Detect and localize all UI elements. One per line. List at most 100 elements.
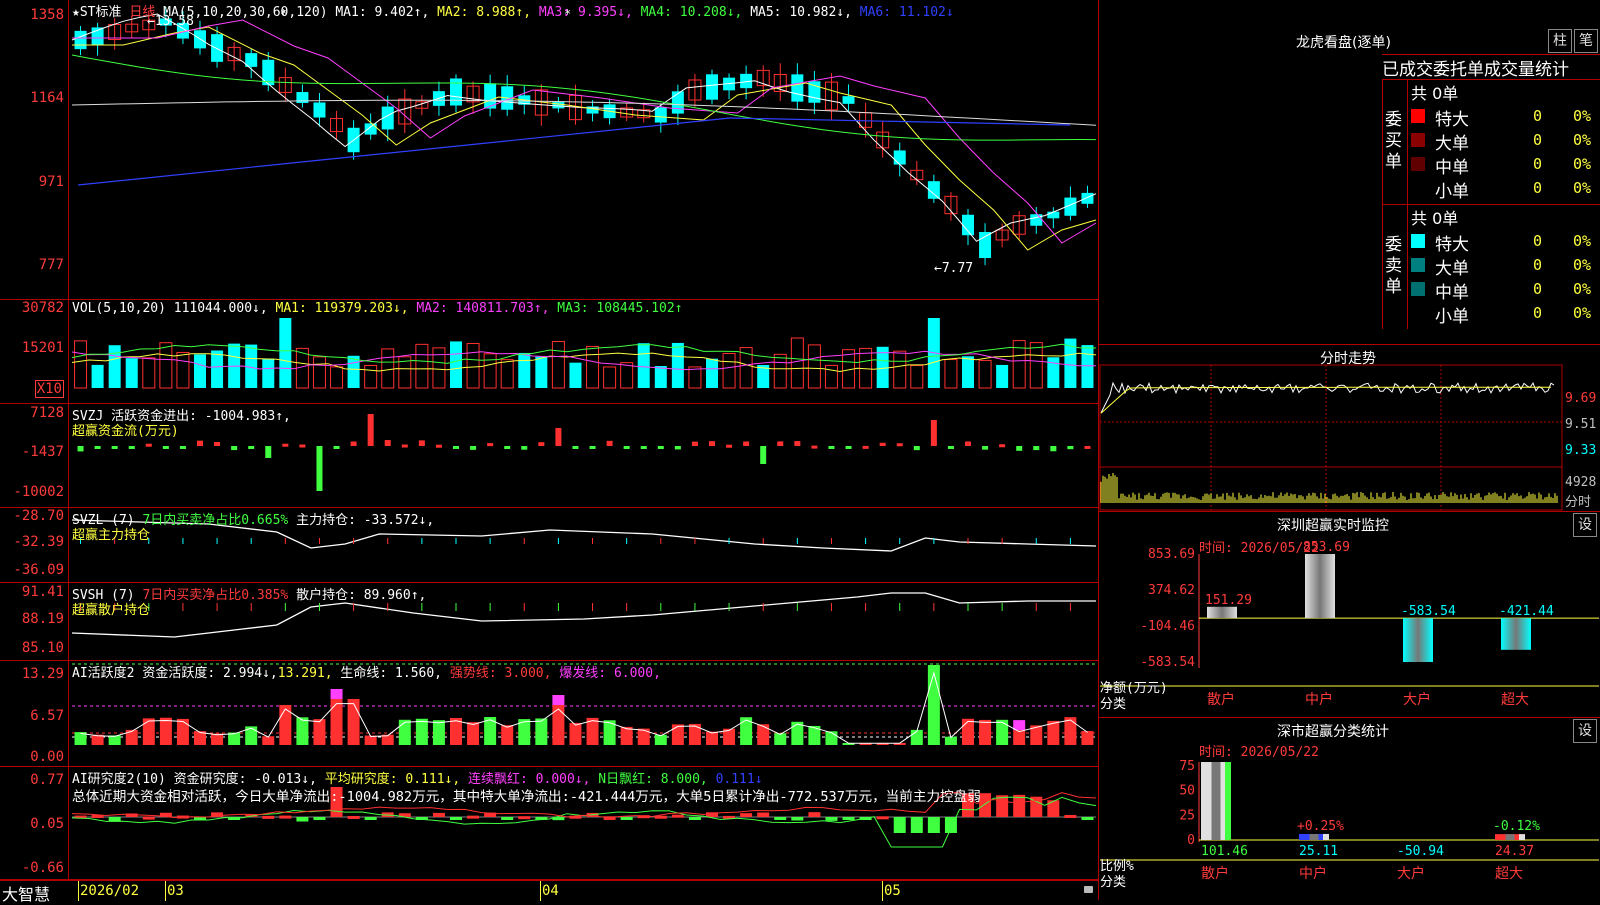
flow-bar (538, 442, 545, 446)
ai1-lifeline: 生命线: 1.560, (340, 666, 443, 681)
pen-mode-button[interactable]: 笔 (1574, 29, 1598, 53)
volume-bar (893, 350, 907, 389)
buy-row-percent: 0% (1573, 131, 1592, 149)
candle-down (842, 96, 855, 104)
volume-bar (620, 362, 634, 389)
y-tick-label: 374.62 (1148, 583, 1195, 598)
activity-bar (296, 717, 309, 745)
intraday-chart[interactable] (1099, 345, 1600, 511)
volume-bar (432, 347, 446, 389)
category-label: 散户 (1201, 865, 1229, 882)
intraday-panel[interactable]: 分时走势 9.69 9.51 9.33 4928 分时 (1099, 345, 1600, 512)
activity-bar (671, 724, 684, 745)
volume-bar (535, 356, 548, 388)
ai1-burst-line: 爆发线: 6.000, (559, 666, 661, 681)
activity-bar (910, 729, 923, 745)
activity-bar (1013, 730, 1026, 745)
candlestick-chart[interactable]: * * (0, 0, 1098, 299)
volume-bar (807, 344, 821, 389)
buy-row-count: 0 (1533, 107, 1543, 125)
volume-bar (176, 351, 190, 389)
separator (1407, 205, 1408, 329)
tab-filled[interactable]: 已成交 (1382, 60, 1433, 79)
activity-bar (398, 719, 411, 745)
svzl-holding: 主力持仓: -33.572↓, (296, 513, 435, 528)
activity-bar (637, 728, 650, 745)
activity-bar (757, 724, 770, 745)
flow-bar (726, 444, 733, 448)
flow-bar (760, 446, 767, 464)
category-label: 超大 (1501, 692, 1529, 708)
svzl-pane[interactable]: -28.70 -32.39 -36.09 SVZL (7) 7日内买卖净占比0.… (0, 508, 1098, 583)
volume-bar (159, 342, 173, 389)
sz-monitor-bar-chart[interactable]: 853.69 374.62 -104.46 -583.54 151.29 散户 853.69… (1099, 512, 1600, 717)
flow-bar (862, 445, 869, 449)
bar-mode-button[interactable]: 柱 (1548, 29, 1572, 53)
y-tick-label: 853.69 (1148, 547, 1195, 562)
research-bar (313, 817, 326, 820)
category-label: 大户 (1403, 691, 1431, 708)
volume-bar (586, 345, 600, 389)
flow-bar (828, 446, 835, 449)
category-label: 散户 (1207, 691, 1235, 708)
research-bar (142, 816, 155, 820)
y-tick-label: 25 (1179, 808, 1195, 823)
sz-monitor-panel: 深圳超赢实时监控 设 时间: 2026/05/22 853.69 374.62 -1… (1099, 512, 1600, 718)
category-label: 中户 (1299, 865, 1327, 882)
candle-down (654, 107, 667, 123)
flow-bar (77, 446, 84, 452)
flow-bar (145, 443, 152, 447)
flow-bar (947, 446, 954, 449)
volume-pane[interactable]: 30782 15201 X10 VOL(5,10,20) 111044.000↓… (0, 300, 1098, 404)
lhb-title: 龙虎看盘(逐单) (1296, 35, 1391, 51)
y-tick-label: 75 (1179, 759, 1195, 774)
bar-value-label: 853.69 (1303, 540, 1350, 555)
research-bar (518, 816, 531, 820)
bar-value-label: -583.54 (1401, 604, 1456, 619)
research-bar (757, 812, 770, 817)
research-bar (893, 817, 906, 833)
sell-row-label: 中单 (1435, 283, 1469, 303)
flow-bar (333, 446, 340, 449)
tab-volume-stats[interactable]: 成交量统计 (1484, 60, 1569, 79)
research-bar (501, 817, 514, 820)
date-tick: 04 (542, 883, 559, 899)
volume-bar (790, 337, 804, 389)
flow-bar (709, 441, 715, 446)
activity-bar (979, 719, 992, 745)
activity-cap (1013, 720, 1026, 731)
activity-bar (279, 705, 292, 745)
intraday-vol-tick: 4928 (1565, 475, 1597, 490)
svzj-subtitle: 超赢资金流(万元) (72, 424, 179, 439)
tab-orders[interactable]: 委托单 (1433, 60, 1484, 79)
flow-bar (214, 441, 221, 446)
star-icon: ★ (72, 5, 80, 20)
volume-bar (500, 359, 514, 389)
category-label: 大户 (1397, 865, 1425, 882)
flow-bar (1067, 446, 1074, 450)
flow-bar (794, 441, 801, 446)
flow-bar (265, 446, 272, 458)
buy-row-percent: 0% (1573, 179, 1592, 197)
volume-bar (194, 354, 206, 388)
price-pane[interactable]: 1358 1164 971 777 * * ★ST标准 日线 MA(5,10,20… (0, 0, 1098, 300)
vol-ma1: MA1: 119379.203↓, (275, 301, 409, 316)
sell-legend-swatch (1411, 258, 1425, 272)
lhb-panel: 龙虎看盘(逐单) 柱 笔 已成交委托单成交量统计 委买单 共 0单 特大 0 0% 大… (1099, 0, 1600, 345)
svsh-pane[interactable]: 91.41 88.19 85.10 SVSH (7) 7日内买卖净占比0.385… (0, 583, 1098, 661)
sz-class-bar-chart[interactable]: 75 50 25 0 101.46 散户 +0.25% 25.11 中户 -50.94 大户 -0.1… (1099, 718, 1600, 900)
volume-ma-line (71, 350, 1097, 371)
ai-research-pane[interactable]: 0.77 0.05 -0.66 AI研究度2(10) 资金研究度: -0.013… (0, 767, 1098, 880)
date-tick: 05 (884, 883, 901, 899)
buy-row-label: 特大 (1435, 110, 1469, 130)
buy-side-label: 委买单 (1385, 110, 1402, 172)
sell-row-percent: 0% (1573, 232, 1592, 250)
buy-legend-swatch (1411, 157, 1425, 171)
flow-bar (777, 441, 784, 446)
flow-bar (418, 440, 425, 446)
lock-icon[interactable] (1084, 886, 1093, 893)
bar-value-label: 25.11 (1299, 844, 1338, 859)
svzj-pane[interactable]: 7128 -1437 -10002 SVZJ 活跃资金进出: -1004.983… (0, 404, 1098, 508)
ai-activity-pane[interactable]: 13.29 6.57 0.00 AI活跃度2 资金活跃度: 2.994↓,13.… (0, 661, 1098, 767)
sell-side-label: 委卖单 (1385, 235, 1402, 297)
